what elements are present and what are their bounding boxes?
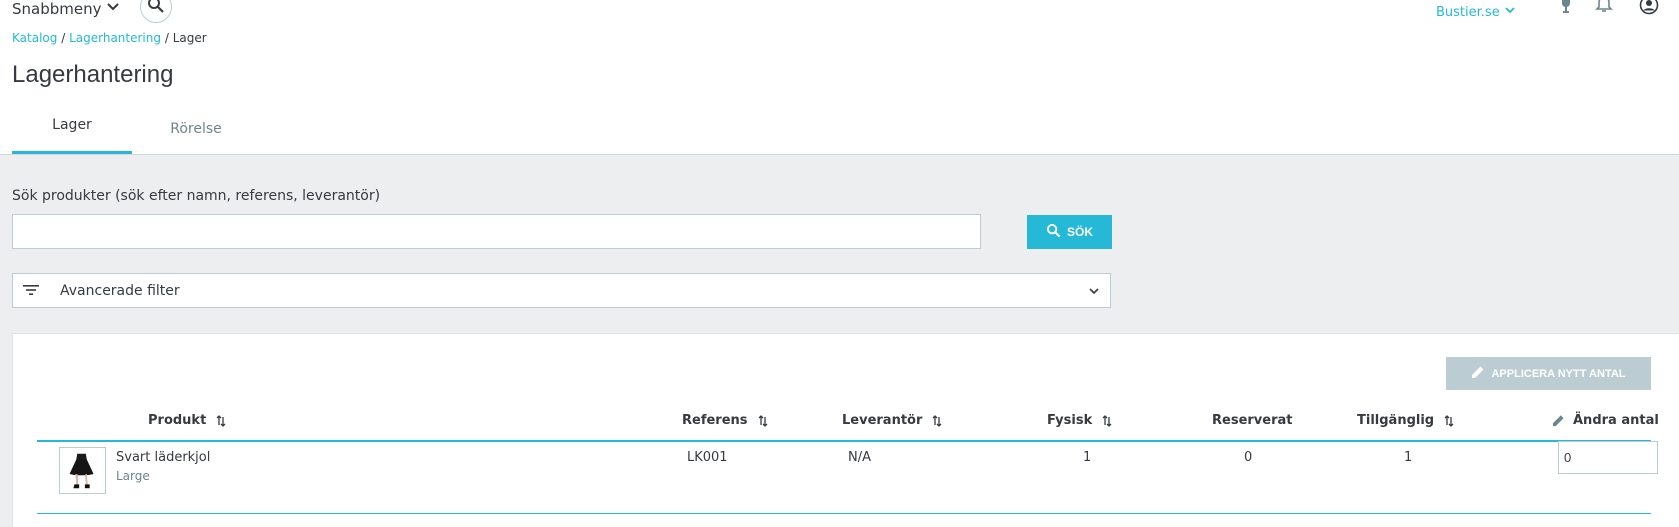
sort-icon[interactable] [216, 414, 226, 427]
pencil-icon [1552, 415, 1564, 427]
breadcrumb-current: Lager [172, 31, 207, 45]
main-content: Sök produkter (sök efter namn, referens,… [0, 154, 1679, 527]
breadcrumb-stock-management[interactable]: Lagerhantering [69, 31, 161, 45]
column-header-available: Tillgänglig [1357, 413, 1454, 428]
user-icon[interactable] [1638, 0, 1660, 16]
chevron-down-icon [1504, 4, 1516, 20]
table-header: Produkt Referens Leverantör Fysisk Reser… [37, 407, 1659, 442]
advanced-filter-label: Avancerade filter [60, 282, 180, 299]
shop-selector[interactable]: Bustier.se [1436, 4, 1516, 20]
apply-button-label: APPLICERA NYTT ANTAL [1491, 367, 1626, 380]
tab-bar: Lager Rörelse [12, 104, 260, 154]
trophy-icon[interactable] [1555, 0, 1577, 16]
breadcrumb: Katalog / Lagerhantering / Lager [12, 31, 207, 45]
cell-physical: 1 [1083, 450, 1092, 465]
column-label: Tillgänglig [1357, 413, 1435, 428]
sort-icon[interactable] [1102, 414, 1112, 427]
product-thumbnail [59, 447, 106, 494]
cell-available: 1 [1404, 450, 1413, 465]
header-search-button[interactable] [140, 0, 172, 23]
search-input[interactable] [12, 214, 981, 249]
quick-menu-label: Snabbmeny [12, 0, 102, 18]
breadcrumb-catalog[interactable]: Katalog [12, 31, 57, 45]
search-label: Sök produkter (sök efter namn, referens,… [12, 188, 381, 204]
cell-reference: LK001 [687, 450, 728, 465]
tab-movements[interactable]: Rörelse [132, 104, 260, 154]
search-icon [1046, 223, 1061, 241]
apply-new-quantity-button[interactable]: APPLICERA NYTT ANTAL [1446, 357, 1651, 390]
column-label: Produkt [148, 413, 207, 428]
pencil-icon [1471, 365, 1485, 382]
search-icon [147, 0, 165, 18]
breadcrumb-separator: / [164, 31, 169, 45]
column-header-reserved: Reserverat [1212, 413, 1292, 428]
filter-icon [13, 281, 39, 300]
column-label: Fysisk [1047, 413, 1093, 428]
table-row: Svart läderkjol Large LK001 N/A 1 0 1 [37, 441, 1658, 514]
column-header-reference: Referens [682, 413, 768, 428]
product-name[interactable]: Svart läderkjol [116, 450, 210, 465]
page-title: Lagerhantering [12, 61, 174, 88]
column-header-product: Produkt [148, 413, 226, 428]
search-button-label: Sök [1066, 225, 1093, 239]
product-attribute: Large [116, 469, 150, 483]
tab-stock[interactable]: Lager [12, 104, 132, 154]
column-header-supplier: Leverantör [842, 413, 942, 428]
column-label: Ändra antal [1573, 413, 1659, 428]
column-header-physical: Fysisk [1047, 413, 1112, 428]
quantity-input[interactable] [1558, 441, 1658, 474]
quick-menu[interactable]: Snabbmeny [12, 0, 120, 18]
shop-name: Bustier.se [1436, 4, 1500, 20]
top-bar: Snabbmeny Bustier.se [0, 0, 1679, 32]
cell-supplier: N/A [848, 450, 871, 465]
chevron-down-icon [106, 0, 120, 18]
sort-icon[interactable] [1444, 414, 1454, 427]
stock-table-card: APPLICERA NYTT ANTAL Produkt Referens Le… [12, 333, 1679, 527]
breadcrumb-separator: / [61, 31, 66, 45]
column-label: Referens [682, 413, 748, 428]
column-label: Leverantör [842, 413, 923, 428]
sort-icon[interactable] [758, 414, 768, 427]
sort-icon[interactable] [932, 414, 942, 427]
bell-icon[interactable] [1593, 0, 1615, 16]
search-button[interactable]: Sök [1027, 215, 1112, 249]
column-label: Reserverat [1212, 413, 1293, 428]
cell-reserved: 0 [1244, 450, 1253, 465]
advanced-filter-toggle[interactable]: Avancerade filter [12, 273, 1111, 308]
column-header-edit-quantity: Ändra antal [1552, 413, 1659, 428]
